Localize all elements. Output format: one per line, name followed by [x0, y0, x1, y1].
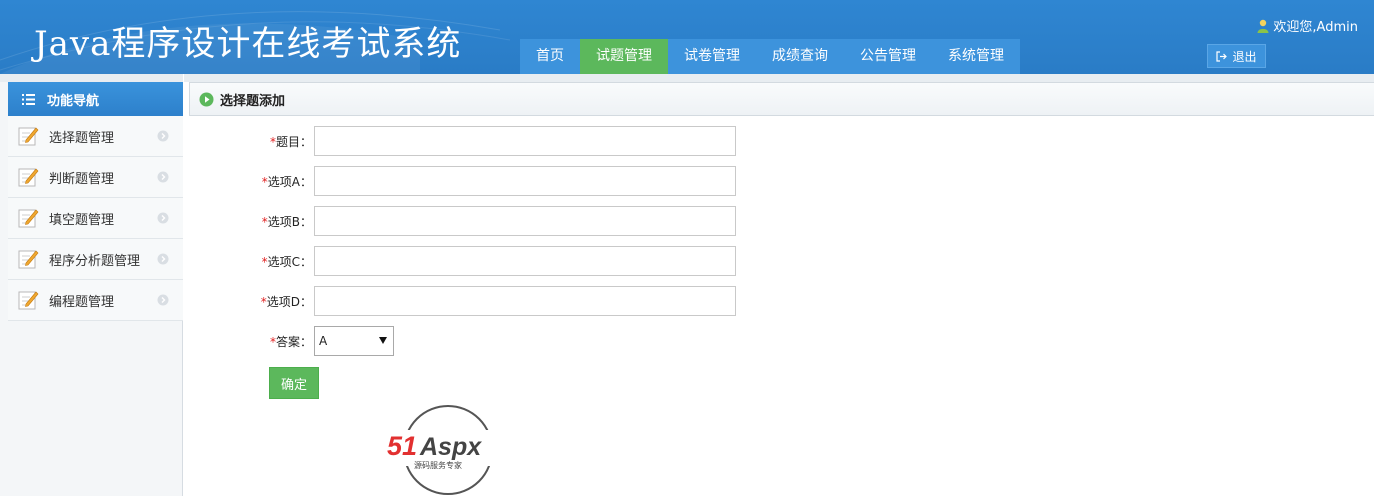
question-input[interactable]	[314, 126, 736, 156]
nav-item-notices[interactable]: 公告管理	[844, 39, 932, 74]
option-d-label: 选项D：	[266, 294, 312, 309]
nav-item-questions[interactable]: 试题管理	[580, 39, 668, 74]
play-circle-icon	[199, 92, 214, 106]
sidebar-list: 选择题管理 判断题管理 填空题管理 程序分析题管理 编程题管理	[8, 116, 183, 321]
sidebar-item-choice[interactable]: 选择题管理	[8, 116, 183, 157]
watermark-logo: 51 Aspx 源码服务专家	[384, 405, 514, 495]
option-c-input[interactable]	[314, 246, 736, 276]
sidebar-item-fillblank[interactable]: 填空题管理	[8, 198, 183, 239]
list-icon	[22, 93, 35, 105]
chevron-right-icon	[157, 253, 169, 265]
edit-note-icon	[18, 291, 39, 310]
nav-item-scores[interactable]: 成绩查询	[756, 39, 844, 74]
panel-header: 选择题添加	[189, 82, 1374, 116]
panel-title: 选择题添加	[220, 93, 286, 109]
answer-label: 答案：	[275, 334, 312, 349]
option-b-input[interactable]	[314, 206, 736, 236]
sidebar-item-label: 编程题管理	[49, 294, 115, 310]
welcome-text: 欢迎您,Admin	[1273, 20, 1358, 35]
sidebar-header: 功能导航	[8, 82, 183, 116]
chevron-right-icon	[157, 294, 169, 306]
sidebar-header-label: 功能导航	[47, 93, 100, 109]
main-nav: 首页 试题管理 试卷管理 成绩查询 公告管理 系统管理	[520, 39, 1020, 74]
sidebar: 功能导航 选择题管理 判断题管理 填空题管理 程序分析题管理 编程题管理	[0, 74, 183, 496]
edit-note-icon	[18, 168, 39, 187]
question-label: 题目：	[275, 134, 312, 149]
option-c-label: 选项C：	[267, 254, 312, 269]
option-a-row: *选项A：	[200, 166, 736, 196]
nav-item-papers[interactable]: 试卷管理	[668, 39, 756, 74]
sidebar-top-strip	[0, 74, 183, 82]
chevron-right-icon	[157, 171, 169, 183]
edit-note-icon	[18, 250, 39, 269]
app-title: Java程序设计在线考试系统	[34, 24, 462, 64]
option-b-label-wrap: *选项B：	[200, 213, 314, 230]
option-c-row: *选项C：	[200, 246, 736, 276]
sidebar-item-label: 程序分析题管理	[49, 253, 141, 269]
option-c-label-wrap: *选项C：	[200, 253, 314, 270]
option-a-label-wrap: *选项A：	[200, 173, 314, 190]
chevron-right-icon	[157, 212, 169, 224]
answer-selected-value: A	[319, 334, 328, 348]
nav-item-home[interactable]: 首页	[520, 39, 580, 74]
svg-text:Aspx: Aspx	[419, 433, 482, 461]
svg-text:51: 51	[387, 431, 417, 461]
sidebar-item-program-analysis[interactable]: 程序分析题管理	[8, 239, 183, 280]
option-d-label-wrap: *选项D：	[200, 293, 314, 310]
edit-note-icon	[18, 209, 39, 228]
answer-label-wrap: *答案：	[200, 333, 314, 350]
edit-note-icon	[18, 127, 39, 146]
nav-item-system[interactable]: 系统管理	[932, 39, 1020, 74]
option-d-input[interactable]	[314, 286, 736, 316]
top-header: Java程序设计在线考试系统 首页 试题管理 试卷管理 成绩查询 公告管理 系统…	[0, 0, 1374, 74]
option-a-input[interactable]	[314, 166, 736, 196]
option-a-label: 选项A：	[267, 174, 312, 189]
question-label-wrap: *题目：	[200, 133, 314, 150]
sidebar-item-programming[interactable]: 编程题管理	[8, 280, 183, 321]
submit-button[interactable]: 确定	[269, 367, 319, 399]
option-b-row: *选项B：	[200, 206, 736, 236]
main-top-strip	[184, 74, 1374, 82]
option-b-label: 选项B：	[267, 214, 312, 229]
question-row: *题目：	[200, 126, 736, 156]
answer-row: *答案： A	[200, 326, 394, 356]
logout-button[interactable]: 退出	[1207, 44, 1266, 68]
sidebar-item-label: 判断题管理	[49, 171, 115, 187]
sidebar-item-truefalse[interactable]: 判断题管理	[8, 157, 183, 198]
svg-text:源码服务专家: 源码服务专家	[414, 460, 462, 470]
user-icon	[1257, 19, 1269, 33]
welcome-area: 欢迎您,Admin	[1257, 16, 1358, 35]
option-d-row: *选项D：	[200, 286, 736, 316]
sidebar-item-label: 填空题管理	[49, 212, 115, 228]
sidebar-item-label: 选择题管理	[49, 130, 115, 146]
dropdown-caret-icon	[379, 337, 387, 344]
logout-label: 退出	[1232, 49, 1257, 64]
answer-select[interactable]: A	[314, 326, 394, 356]
chevron-right-icon	[157, 130, 169, 142]
logout-icon	[1216, 50, 1228, 62]
